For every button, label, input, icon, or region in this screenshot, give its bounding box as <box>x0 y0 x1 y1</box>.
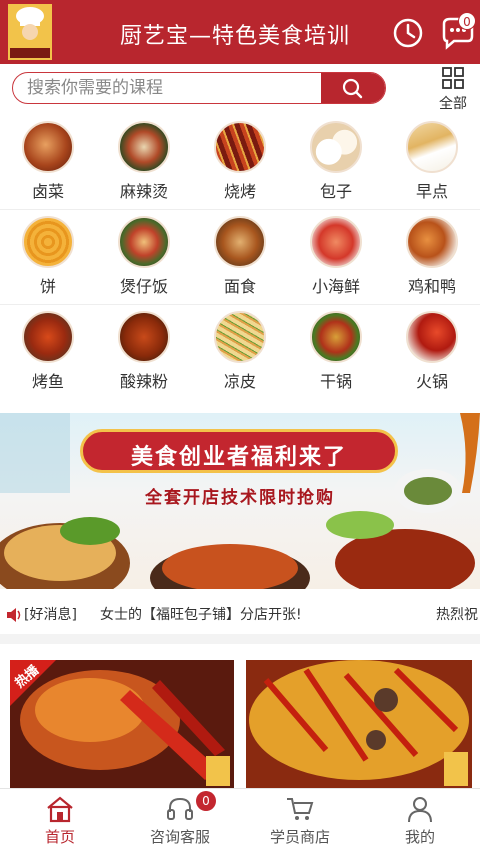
category-hotpot[interactable]: 火锅 <box>384 306 480 400</box>
message-count-badge: 0 <box>458 12 476 30</box>
breakfast-icon <box>406 121 458 173</box>
category-grilled-fish[interactable]: 烤鱼 <box>0 306 96 400</box>
pancake-icon <box>22 216 74 268</box>
section-divider <box>0 634 480 644</box>
service-badge: 0 <box>196 791 216 811</box>
cart-icon <box>287 798 314 820</box>
category-suanlafen[interactable]: 酸辣粉 <box>96 306 192 400</box>
search-input[interactable] <box>13 73 321 103</box>
category-drypot[interactable]: 干锅 <box>288 306 384 400</box>
grid-menu-icon <box>442 67 464 89</box>
category-malatang[interactable]: 麻辣烫 <box>96 116 192 210</box>
speaker-icon <box>7 608 21 622</box>
course-card[interactable] <box>246 660 472 790</box>
category-pancake[interactable]: 饼 <box>0 211 96 305</box>
tab-label: 咨询客服 <box>149 828 210 846</box>
category-label: 酸辣粉 <box>119 372 168 391</box>
category-breakfast[interactable]: 早点 <box>384 116 480 210</box>
banner-subtitle: 全套开店技术限时抢购 <box>145 488 335 508</box>
news-ticker[interactable]: [好消息] 女士的【福旺包子铺】分店开张! 热烈祝 <box>0 597 480 631</box>
all-categories-label: 全部 <box>439 96 467 112</box>
braised-meat-icon <box>22 121 74 173</box>
headset-icon <box>167 797 193 820</box>
tab-shop[interactable]: 学员商店 <box>240 789 360 846</box>
category-noodles[interactable]: 面食 <box>192 211 288 305</box>
category-label: 凉皮 <box>223 372 256 391</box>
app-title: 厨艺宝—特色美食培训 <box>120 24 351 49</box>
top-header: 厨艺宝—特色美食培训 0 <box>0 0 480 64</box>
news-text: 女士的【福旺包子铺】分店开张! <box>100 607 302 623</box>
banner-title: 美食创业者福利来了 <box>130 445 347 470</box>
history-clock-icon[interactable] <box>392 17 424 49</box>
tab-mine[interactable]: 我的 <box>360 789 480 846</box>
category-label: 火锅 <box>415 372 448 391</box>
course-card[interactable]: 热播 <box>10 660 234 790</box>
category-chicken-duck[interactable]: 鸡和鸭 <box>384 211 480 305</box>
category-label: 麻辣烫 <box>119 182 168 201</box>
promo-banner[interactable]: 美食创业者福利来了 全套开店技术限时抢购 <box>0 413 480 589</box>
category-liangpi[interactable]: 凉皮 <box>192 306 288 400</box>
category-bbq[interactable]: 烧烤 <box>192 116 288 210</box>
search-bar <box>12 72 386 104</box>
chicken-duck-icon <box>406 216 458 268</box>
bbq-icon <box>214 121 266 173</box>
dry-pot-icon <box>310 311 362 363</box>
user-icon <box>408 797 432 823</box>
sour-spicy-noodle-icon <box>118 311 170 363</box>
category-label: 干锅 <box>319 372 352 391</box>
category-label: 卤菜 <box>31 182 64 201</box>
spicy-hotpot-icon <box>118 121 170 173</box>
all-categories-button[interactable]: 全部 <box>432 66 474 112</box>
tab-label: 学员商店 <box>269 828 330 846</box>
category-baozi[interactable]: 包子 <box>288 116 384 210</box>
claypot-rice-icon <box>118 216 170 268</box>
tab-label: 首页 <box>44 828 75 846</box>
tab-home[interactable]: 首页 <box>0 789 120 846</box>
app-screen: 厨艺宝—特色美食培训 0 全部 <box>0 0 480 846</box>
cold-noodle-icon <box>214 311 266 363</box>
steamed-bun-icon <box>310 121 362 173</box>
chef-logo-icon <box>8 4 52 60</box>
category-label: 鸡和鸭 <box>407 277 456 296</box>
news-text-next: 热烈祝 <box>436 607 478 623</box>
tab-label: 我的 <box>404 828 435 846</box>
category-label: 饼 <box>39 277 56 296</box>
bottom-tab-bar: 首页 0 咨询客服 学员商店 我的 <box>0 788 480 846</box>
category-label: 包子 <box>319 182 352 201</box>
category-label: 早点 <box>415 182 448 201</box>
category-label: 煲仔饭 <box>119 277 168 296</box>
hotpot-icon <box>406 311 458 363</box>
noodles-icon <box>214 216 266 268</box>
home-icon <box>47 796 73 823</box>
category-label: 面食 <box>223 277 256 296</box>
category-label: 烤鱼 <box>31 372 64 391</box>
category-claypot[interactable]: 煲仔饭 <box>96 211 192 305</box>
search-icon <box>342 78 363 99</box>
category-seafood[interactable]: 小海鲜 <box>288 211 384 305</box>
category-braised[interactable]: 卤菜 <box>0 116 96 210</box>
category-label: 烧烤 <box>223 182 256 201</box>
tab-customer-service[interactable]: 0 咨询客服 <box>120 789 240 846</box>
course-thumbnail <box>246 660 472 790</box>
seafood-icon <box>310 216 362 268</box>
news-tag: [好消息] <box>24 607 77 623</box>
grilled-fish-icon <box>22 311 74 363</box>
search-button[interactable] <box>321 73 385 103</box>
category-label: 小海鲜 <box>311 277 360 296</box>
